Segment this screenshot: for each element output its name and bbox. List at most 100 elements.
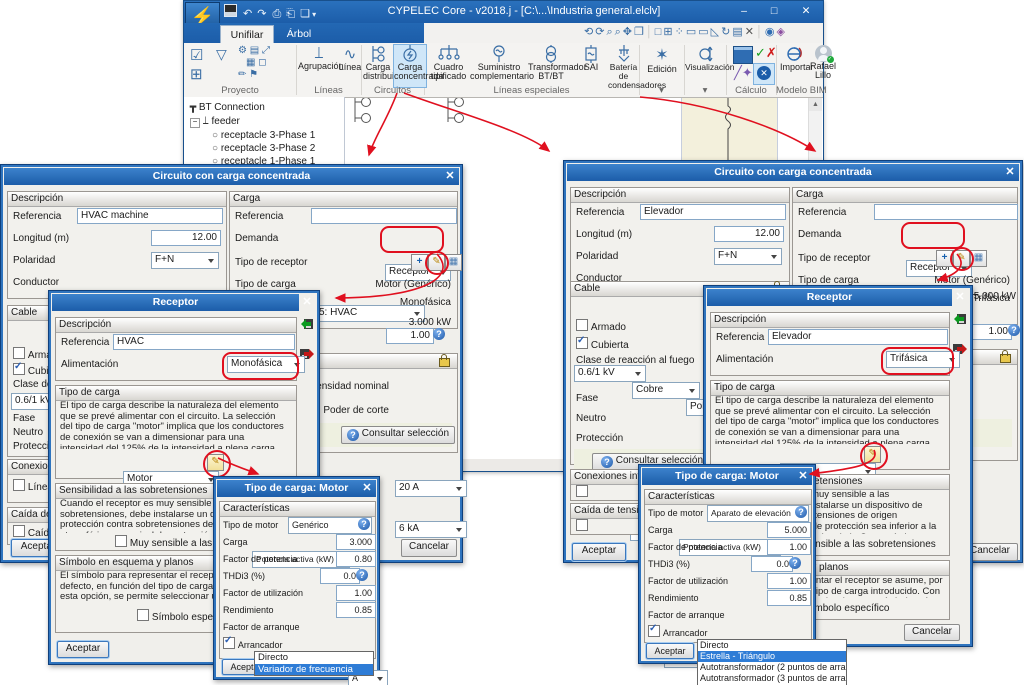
- tipo-motor-select[interactable]: Aparato de elevación: [707, 505, 809, 522]
- edit-motor-icon[interactable]: ✎: [207, 454, 224, 471]
- save-icon[interactable]: [224, 4, 237, 17]
- receptor-table-icon[interactable]: ▦: [445, 254, 462, 271]
- polaridad-select[interactable]: F+N: [714, 248, 782, 265]
- cancelar-button[interactable]: Cancelar: [904, 624, 960, 641]
- referencia-input[interactable]: HVAC: [113, 334, 295, 350]
- edit-receptor-icon[interactable]: ✎: [428, 254, 445, 271]
- poder-corte-select[interactable]: 6 kA: [395, 521, 467, 538]
- referencia-input[interactable]: Elevador: [640, 204, 786, 220]
- tree-expander-icon[interactable]: −: [190, 118, 200, 128]
- close-icon[interactable]: ✕: [1001, 164, 1019, 181]
- calc-sheet-icon[interactable]: ⊞: [190, 65, 203, 83]
- arrancador-dropdown[interactable]: Directo Estrella - Triángulo Autotransform…: [697, 639, 847, 685]
- carga-referencia-input[interactable]: [311, 208, 457, 224]
- referencia-input[interactable]: HVAC machine: [77, 208, 223, 224]
- user-avatar[interactable]: ✓ Rafael Lillo: [808, 45, 838, 85]
- tree-item-feeder[interactable]: − ⟘ feeder: [190, 116, 240, 128]
- ribbon-button-carga-distribuida[interactable]: Carga distribuida: [363, 45, 404, 85]
- alimentacion-select[interactable]: Trifásica: [886, 351, 960, 368]
- ribbon-button-carga-concentrada[interactable]: Carga concentrada: [393, 44, 444, 88]
- fp-input[interactable]: 1.00: [767, 539, 811, 555]
- coeficiente-help-icon[interactable]: [433, 328, 445, 340]
- coeficiente-help-icon[interactable]: [1008, 324, 1020, 336]
- aceptar-button[interactable]: Aceptar: [572, 543, 626, 561]
- material-select[interactable]: Cobre: [632, 382, 700, 399]
- arrancador-dropdown[interactable]: Directo Variador de frecuencia: [254, 651, 374, 676]
- caida-checkbox[interactable]: [576, 519, 588, 533]
- polaridad-select[interactable]: F+N: [151, 252, 219, 269]
- tipo-motor-help-icon[interactable]: [795, 506, 807, 518]
- thd-help-icon[interactable]: [356, 569, 368, 581]
- dropdown-option[interactable]: Autotransformador (3 puntos de arranque): [698, 673, 846, 684]
- layers-icon[interactable]: ▤: [732, 26, 744, 38]
- quick-access-caret-icon[interactable]: ▾: [310, 10, 316, 19]
- dropdown-option[interactable]: Directo: [698, 640, 846, 651]
- dropdown-option[interactable]: Directo: [255, 652, 373, 664]
- plot-icon[interactable]: ⎗: [286, 8, 295, 20]
- receptor-table-icon[interactable]: ▦: [970, 250, 987, 267]
- pan-icon[interactable]: ✥: [623, 26, 634, 38]
- add-receptor-icon[interactable]: +: [411, 254, 428, 271]
- aceptar-button[interactable]: Aceptar: [646, 643, 694, 659]
- cubierta-checkbox[interactable]: Cubierta: [576, 335, 629, 351]
- tree-item-bt-connection[interactable]: ┳ BT Connection: [190, 102, 265, 113]
- fu-input[interactable]: 1.00: [767, 573, 811, 589]
- cancel-calc-icon[interactable]: ✕: [753, 63, 775, 85]
- fp-input[interactable]: 0.80: [336, 551, 376, 567]
- arrancador-checkbox[interactable]: Arrancador: [648, 623, 707, 639]
- export-icon[interactable]: ❏: [300, 8, 310, 20]
- print-icon[interactable]: ⎙: [272, 8, 281, 20]
- ribbon-button-edicion[interactable]: ✶ Edición: [641, 45, 683, 85]
- ribbon-button-agrupacion[interactable]: ⟘ Agrupación: [298, 45, 344, 85]
- close-icon[interactable]: ✕: [298, 294, 316, 311]
- dropdown-option[interactable]: Estrella - Triángulo: [698, 651, 846, 662]
- coeficiente-input[interactable]: 1.00: [968, 324, 1012, 340]
- zoom-window-icon[interactable]: ⟳: [595, 26, 606, 38]
- consultar-button[interactable]: Consultar selección: [341, 426, 455, 444]
- aceptar-button[interactable]: Aceptar: [57, 641, 109, 658]
- longitud-input[interactable]: 12.00: [714, 226, 784, 242]
- dropdown-option[interactable]: Variador de frecuencia: [255, 663, 373, 675]
- calculator-icon[interactable]: [733, 46, 753, 64]
- thd-input[interactable]: 0.0: [751, 556, 793, 572]
- armado-checkbox[interactable]: Armado: [576, 319, 626, 333]
- undo-icon[interactable]: ↶: [243, 8, 252, 20]
- ortho-icon[interactable]: ◺: [711, 26, 721, 38]
- delete-icon[interactable]: ✕: [745, 26, 756, 38]
- redo-icon[interactable]: ↷: [257, 8, 266, 20]
- docs-icon[interactable]: ◈: [776, 26, 786, 38]
- maximize-button[interactable]: □: [759, 1, 789, 22]
- close-icon[interactable]: ✕: [951, 289, 969, 306]
- project-config-icon[interactable]: ☑: [190, 46, 203, 64]
- ribbon-button-cuadro-tipificado[interactable]: Cuadro tipificado: [427, 45, 470, 85]
- filter-icon[interactable]: ▽: [216, 46, 227, 63]
- arrancador-checkbox[interactable]: Arrancador: [223, 635, 282, 651]
- close-icon[interactable]: ✕: [358, 480, 376, 497]
- ribbon-button-linea[interactable]: ∿ Línea: [338, 45, 362, 85]
- ribbon-button-visualizacion[interactable]: Visualización: [685, 45, 734, 85]
- tipo-motor-help-icon[interactable]: [358, 518, 370, 530]
- cancelar-button[interactable]: Cancelar: [401, 539, 457, 557]
- tab-unifilar[interactable]: Unifilar: [220, 25, 274, 44]
- zoom-scale-icon[interactable]: ⌕: [615, 26, 623, 38]
- close-icon[interactable]: ✕: [794, 468, 812, 485]
- thd-help-icon[interactable]: [789, 557, 801, 569]
- carga-input[interactable]: 3.000: [336, 534, 376, 550]
- edit-motor-icon[interactable]: ✎: [864, 446, 881, 463]
- coeficiente-input[interactable]: 1.00: [386, 328, 434, 344]
- zoom-prev-icon[interactable]: ⟲: [584, 26, 595, 38]
- check-results-icon[interactable]: ✓✗: [755, 45, 777, 61]
- bar2-icon[interactable]: ▭: [698, 26, 710, 38]
- rotate-icon[interactable]: ↻: [721, 26, 732, 38]
- import-icon[interactable]: [299, 317, 314, 331]
- zoom-all-icon[interactable]: ⌕: [606, 26, 614, 38]
- tools-icon[interactable]: ▦ ◻: [246, 57, 267, 68]
- longitud-input[interactable]: 12.00: [151, 230, 221, 246]
- carga-input[interactable]: 5.000: [767, 522, 811, 538]
- close-icon[interactable]: ✕: [441, 168, 459, 185]
- minimize-button[interactable]: –: [729, 1, 759, 22]
- redraw-icon[interactable]: ❐: [634, 26, 646, 38]
- alimentacion-select[interactable]: Monofásica: [227, 356, 305, 373]
- snap-icon[interactable]: ⁘: [675, 26, 686, 38]
- edit-receptor-icon[interactable]: ✎: [953, 250, 970, 267]
